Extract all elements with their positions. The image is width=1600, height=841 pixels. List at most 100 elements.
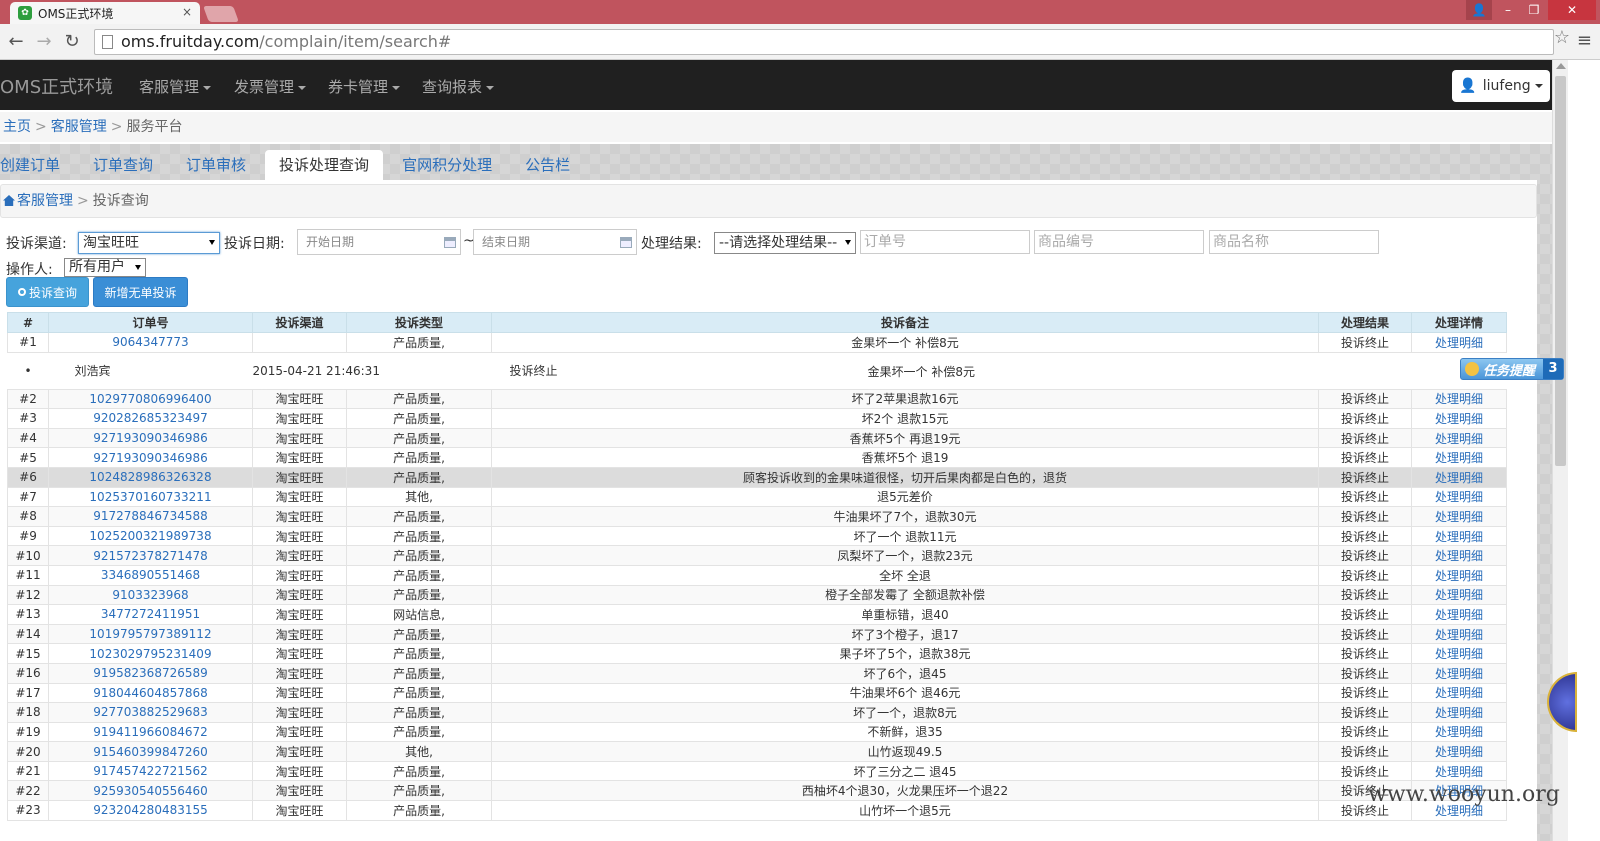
tab-create-order[interactable]: 创建订单 [0,150,60,180]
order-number-link[interactable]: 1025200321989738 [48,525,253,547]
row-index: #2 [7,388,49,410]
order-number-link[interactable]: 1029770806996400 [48,388,253,410]
detail-link[interactable]: 处理明细 [1411,447,1507,468]
window-maximize-icon[interactable]: ❐ [1522,0,1546,20]
detail-link[interactable]: 处理明细 [1411,525,1507,547]
operator-select[interactable]: 所有用户 [64,258,146,277]
col-channel: 投诉渠道 [252,312,347,333]
row-index: #14 [7,623,49,645]
detail-link[interactable]: 处理明细 [1411,388,1507,410]
tab-order-review[interactable]: 订单审核 [186,150,246,180]
tab-points[interactable]: 官网积分处理 [402,150,492,180]
user-menu-button[interactable]: 👤 liufeng [1452,70,1550,102]
detail-link[interactable]: 处理明细 [1411,408,1507,429]
calendar-icon[interactable] [620,237,632,248]
calendar-icon[interactable] [444,237,456,248]
detail-link[interactable]: 处理明细 [1411,623,1507,645]
window-user-icon[interactable]: 👤 [1466,0,1492,20]
order-number-link[interactable]: 921572378271478 [48,545,253,566]
row-result: 投诉终止 [1318,408,1412,429]
operator-label: 操作人: [6,262,53,278]
order-number-link[interactable]: 3477272411951 [48,604,253,625]
search-complaint-button[interactable]: 投诉查询 [6,277,89,307]
scroll-up-icon[interactable] [1556,63,1566,69]
order-number-link[interactable]: 917457422721562 [48,760,253,782]
back-icon[interactable]: ← [4,30,28,54]
result-select[interactable]: --请选择处理结果-- [714,232,856,254]
detail-link[interactable]: 处理明细 [1411,760,1507,782]
order-number-link[interactable]: 917278846734588 [48,506,253,527]
nav-menu-invoice[interactable]: 发票管理 [234,76,307,97]
brand-title[interactable]: OMS正式环境 [0,73,113,99]
order-number-link[interactable]: 925930540556460 [48,780,253,802]
detail-link[interactable]: 处理明细 [1411,721,1507,743]
detail-link[interactable]: 处理明细 [1411,682,1507,704]
scroll-thumb[interactable] [1555,76,1566,466]
order-number-link[interactable]: 919582368726589 [48,662,253,684]
tab-close-icon[interactable]: × [182,5,192,19]
detail-link[interactable]: 处理明细 [1411,545,1507,566]
breadcrumb-home[interactable]: 主页 [3,119,31,135]
order-number-link[interactable]: 1023029795231409 [48,643,253,664]
nav-menu-reports[interactable]: 查询报表 [422,76,495,97]
order-number-link[interactable]: 9103323968 [48,584,253,606]
nav-menu-customer-service[interactable]: 客服管理 [139,76,212,97]
order-number-link[interactable]: 919411966084672 [48,721,253,743]
detail-link[interactable]: 处理明细 [1411,741,1507,762]
start-date-input[interactable]: 开始日期 [297,229,461,255]
tab-order-query[interactable]: 订单查询 [93,150,153,180]
detail-link[interactable]: 处理明细 [1411,604,1507,625]
row-channel: 淘宝旺旺 [252,388,347,410]
order-number-link[interactable]: 927193090346986 [48,427,253,449]
breadcrumb-customer-service[interactable]: 客服管理 [51,119,107,135]
nav-menu-coupon[interactable]: 券卡管理 [328,76,401,97]
channel-select[interactable]: 淘宝旺旺 [78,232,220,254]
order-number-link[interactable]: 923204280483155 [48,800,253,821]
url-input[interactable]: oms.fruitday.com/complain/item/search# [94,29,1554,55]
row-note: 橙子全部发霉了 全额退款补偿 [491,584,1319,606]
detail-link[interactable]: 处理明细 [1411,332,1507,353]
order-number-link[interactable]: 1024828986326328 [48,466,253,488]
sub-breadcrumb-customer-service[interactable]: 客服管理 [17,193,73,209]
detail-link[interactable]: 处理明细 [1411,506,1507,527]
order-number-link[interactable]: 9064347773 [48,332,253,353]
order-number-link[interactable]: 920282685323497 [48,408,253,429]
reload-icon[interactable]: ↻ [60,30,84,54]
end-date-input[interactable]: 结束日期 [473,229,637,255]
browser-tab[interactable]: ✿ OMS正式环境 × [10,2,200,24]
row-result: 投诉终止 [1318,741,1412,762]
product-code-input[interactable]: 商品编号 [1034,230,1204,254]
order-number-input[interactable]: 订单号 [860,230,1030,254]
tab-bulletin[interactable]: 公告栏 [525,150,570,180]
detail-link[interactable]: 处理明细 [1411,662,1507,684]
order-number-link[interactable]: 927703882529683 [48,702,253,723]
product-name-input[interactable]: 商品名称 [1209,230,1379,254]
window-close-icon[interactable]: ✕ [1548,0,1596,20]
order-number-link[interactable]: 1025370160733211 [48,486,253,508]
row-type: 产品质量, [346,584,492,606]
forward-icon[interactable]: → [32,30,56,54]
detail-link[interactable]: 处理明细 [1411,486,1507,508]
detail-link[interactable]: 处理明细 [1411,584,1507,606]
tab-complaint-query[interactable]: 投诉处理查询 [265,150,384,180]
order-number-link[interactable]: 918044604857868 [48,682,253,704]
new-tab-button[interactable] [203,6,239,22]
table-row: #4 927193090346986 淘宝旺旺 产品质量, 香蕉坏5个 再退19元 投诉终… [7,427,1507,449]
order-number-link[interactable]: 927193090346986 [48,447,253,468]
star-icon[interactable]: ☆ [1554,27,1570,48]
detail-link[interactable]: 处理明细 [1411,564,1507,586]
order-number-link[interactable]: 1019795797389112 [48,623,253,645]
add-complaint-button[interactable]: 新增无单投诉 [93,277,188,307]
row-index: #17 [7,682,49,704]
row-type: 产品质量, [346,525,492,547]
window-minimize-icon[interactable]: – [1496,0,1520,20]
detail-link[interactable]: 处理明细 [1411,702,1507,723]
order-number-link[interactable]: 915460399847260 [48,741,253,762]
detail-link[interactable]: 处理明细 [1411,466,1507,488]
detail-link[interactable]: 处理明细 [1411,643,1507,664]
menu-icon[interactable]: ≡ [1577,30,1592,51]
detail-link[interactable]: 处理明细 [1411,427,1507,449]
task-reminder-button[interactable]: 任务提醒 3 [1460,358,1564,380]
order-number-link[interactable]: 3346890551468 [48,564,253,586]
url-host: oms.fruitday.com [121,32,260,51]
